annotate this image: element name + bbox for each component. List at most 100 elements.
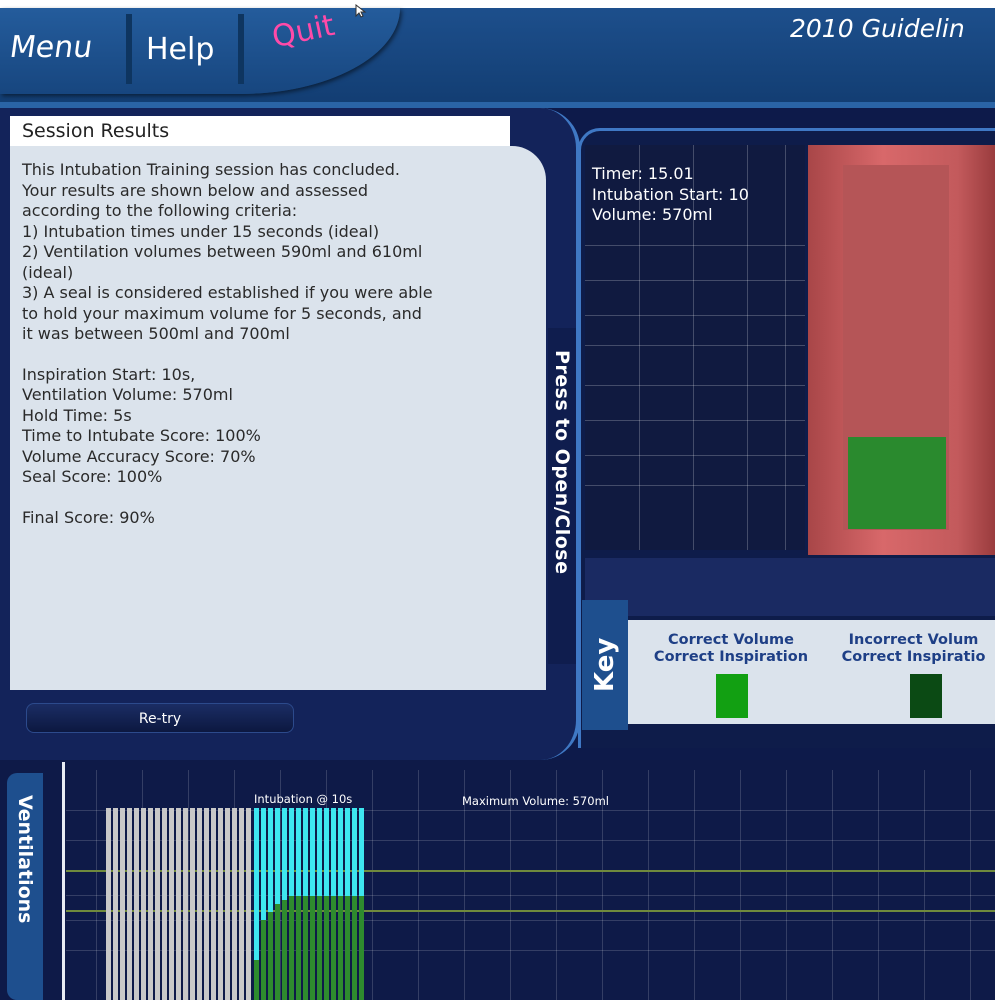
results-stat-line: Seal Score: 100% (22, 467, 163, 486)
results-text-line: Your results are shown below and assesse… (22, 180, 369, 200)
results-text-line: 1) Intubation times under 15 seconds (id… (22, 221, 380, 241)
ventilation-bar-volume (275, 904, 280, 1000)
key-item-label: Correct Volume Correct Inspiration (638, 632, 824, 666)
ventilation-bar (261, 808, 266, 1000)
timer-readout: Timer: 15.01 (592, 164, 694, 183)
pre-intubation-bar (225, 808, 230, 1000)
pre-intubation-bar (190, 808, 195, 1000)
results-text-line: (ideal) (22, 262, 74, 282)
graph-gridline (585, 245, 805, 246)
pre-intubation-bar (127, 808, 132, 1000)
ventilation-bar (345, 808, 350, 1000)
pre-intubation-bar (246, 808, 251, 1000)
ventilation-bar (359, 808, 364, 1000)
menu-button[interactable]: Menu (8, 30, 95, 65)
ventilation-bar-volume (254, 960, 259, 1000)
results-text-line: 3) A seal is considered established if y… (22, 283, 433, 302)
ventilation-bar (275, 808, 280, 1000)
session-results-body: This Intubation Training session has con… (10, 146, 546, 690)
ventilation-bar (317, 808, 322, 1000)
graph-gridline (585, 485, 805, 486)
open-close-label[interactable]: Press to Open/Close (549, 350, 575, 650)
pre-intubation-bar (176, 808, 181, 1000)
ventilation-bar (268, 808, 273, 1000)
results-stat-line: Ventilation Volume: 570ml (22, 385, 233, 404)
pre-intubation-bar (162, 808, 167, 1000)
ventilation-bar (282, 808, 287, 1000)
graph-gridline (585, 280, 805, 281)
max-volume-annotation: Maximum Volume: 570ml (462, 794, 609, 808)
key-item-line: Incorrect Volum (848, 632, 979, 648)
pre-intubation-bar (148, 808, 153, 1000)
graph-gridline (785, 145, 786, 550)
ventilation-bar-volume (317, 896, 322, 1000)
ventilation-gridline (832, 770, 833, 1000)
volume-readout: Volume: 570ml (592, 205, 713, 224)
ventilation-gridline (924, 770, 925, 1000)
graph-gridline (585, 315, 805, 316)
nav-separator (238, 14, 244, 84)
key-item-line: Correct Inspiratio (841, 649, 986, 665)
ventilation-bar-volume (324, 896, 329, 1000)
ventilation-bar (352, 808, 357, 1000)
pre-intubation-bar (218, 808, 223, 1000)
ventilation-bar (254, 808, 259, 1000)
pre-intubation-bar (183, 808, 188, 1000)
ventilation-bar-volume (310, 896, 315, 1000)
graph-gridline (585, 385, 805, 386)
ventilation-bar-volume (331, 896, 336, 1000)
pre-intubation-bar (232, 808, 237, 1000)
intubation-start-readout: Intubation Start: 10 (592, 184, 749, 204)
monitor-readout: Timer: 15.01 Intubation Start: 10 Volume… (592, 164, 749, 226)
volume-fill (848, 437, 946, 529)
ventilation-bar (338, 808, 343, 1000)
ventilation-bar (303, 808, 308, 1000)
pre-intubation-bar (211, 808, 216, 1000)
graph-gridline (585, 420, 805, 421)
ventilation-bars (106, 808, 366, 1000)
help-button[interactable]: Help (146, 32, 214, 67)
retry-button[interactable]: Re-try (26, 703, 294, 733)
pre-intubation-bar (155, 808, 160, 1000)
ventilation-gridline (648, 770, 649, 1000)
ventilation-bar-volume (282, 900, 287, 1000)
ventilations-tab-label[interactable]: Ventilations (9, 795, 41, 975)
ventilation-bar (331, 808, 336, 1000)
results-text-line: according to the following criteria: (22, 201, 298, 220)
ventilation-bar (296, 808, 301, 1000)
ventilation-gridline (694, 770, 695, 1000)
ventilation-bar-volume (338, 896, 343, 1000)
final-score: Final Score: 90% (22, 507, 155, 527)
incorrect-volume-swatch (910, 674, 942, 718)
key-strip (585, 558, 995, 616)
ventilation-gridline (740, 770, 741, 1000)
key-tab-label[interactable]: Key (588, 606, 622, 724)
ventilation-bar (310, 808, 315, 1000)
results-stat-line: Volume Accuracy Score: 70% (22, 446, 256, 466)
ventilation-bar-volume (303, 896, 308, 1000)
ventilation-bar (324, 808, 329, 1000)
ventilation-bar-volume (359, 896, 364, 1000)
pre-intubation-bar (197, 808, 202, 1000)
ventilation-gridline (372, 770, 373, 1000)
pre-intubation-bar (113, 808, 118, 1000)
results-text-line: This Intubation Training session has con… (22, 160, 400, 179)
ventilation-bar-volume (345, 896, 350, 1000)
graph-gridline (585, 455, 805, 456)
ventilation-gridline (786, 770, 787, 1000)
ventilation-gridline (878, 770, 879, 1000)
ventilation-bar (289, 808, 294, 1000)
results-text-line: it was between 500ml and 700ml (22, 324, 290, 343)
session-results-title: Session Results (10, 116, 510, 146)
ventilation-bar-volume (352, 896, 357, 1000)
graph-gridline (585, 345, 805, 346)
pre-intubation-bar (169, 808, 174, 1000)
mouse-cursor-icon (355, 4, 367, 18)
nav-separator (126, 14, 132, 84)
correct-volume-swatch (716, 674, 748, 718)
ventilation-bar-volume (268, 912, 273, 1000)
results-text-line: to hold your maximum volume for 5 second… (22, 303, 422, 323)
ventilation-bar-volume (296, 896, 301, 1000)
key-item-line: Correct Inspiration (653, 649, 809, 665)
key-item-label: Incorrect Volum Correct Inspiratio (832, 632, 995, 666)
